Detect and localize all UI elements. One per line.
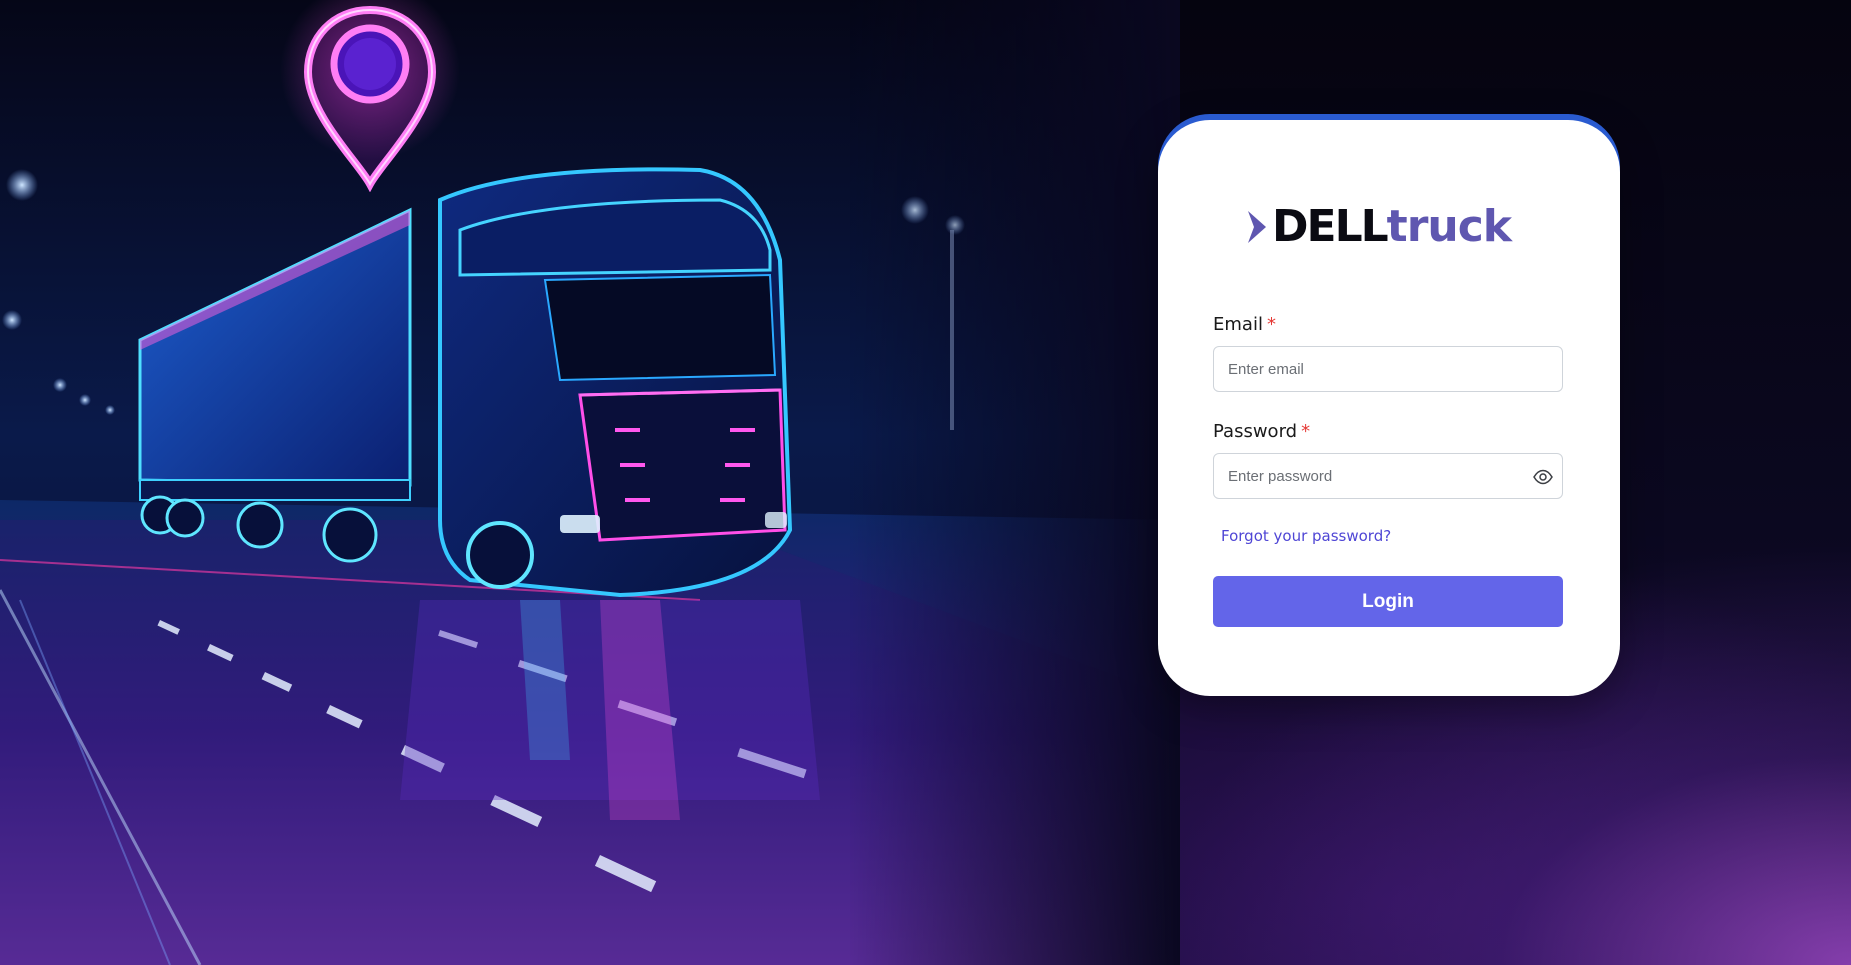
login-button[interactable]: Login xyxy=(1213,576,1563,627)
brand-name-truck: truck xyxy=(1386,201,1512,252)
eye-icon[interactable] xyxy=(1532,466,1554,488)
hero-illustration xyxy=(0,0,1180,965)
password-field-box xyxy=(1213,453,1563,499)
chevron-logo-icon xyxy=(1248,211,1266,243)
login-page: DELL truck Email* Password* Forgot your … xyxy=(0,0,1851,965)
login-card: DELL truck Email* Password* Forgot your … xyxy=(1158,120,1620,696)
password-input[interactable] xyxy=(1214,454,1562,498)
password-label: Password * xyxy=(1213,421,1310,442)
email-input[interactable] xyxy=(1214,347,1562,391)
password-label-text: Password xyxy=(1213,421,1298,442)
required-mark: * xyxy=(1266,314,1276,335)
email-label-text: Email xyxy=(1213,314,1263,335)
brand-name-dell: DELL xyxy=(1272,201,1389,252)
forgot-password-link[interactable]: Forgot your password? xyxy=(1221,527,1391,545)
email-field-box xyxy=(1213,346,1563,392)
brand-logo: DELL truck xyxy=(1248,202,1530,252)
required-mark: * xyxy=(1301,421,1311,442)
email-label: Email * xyxy=(1213,314,1276,335)
